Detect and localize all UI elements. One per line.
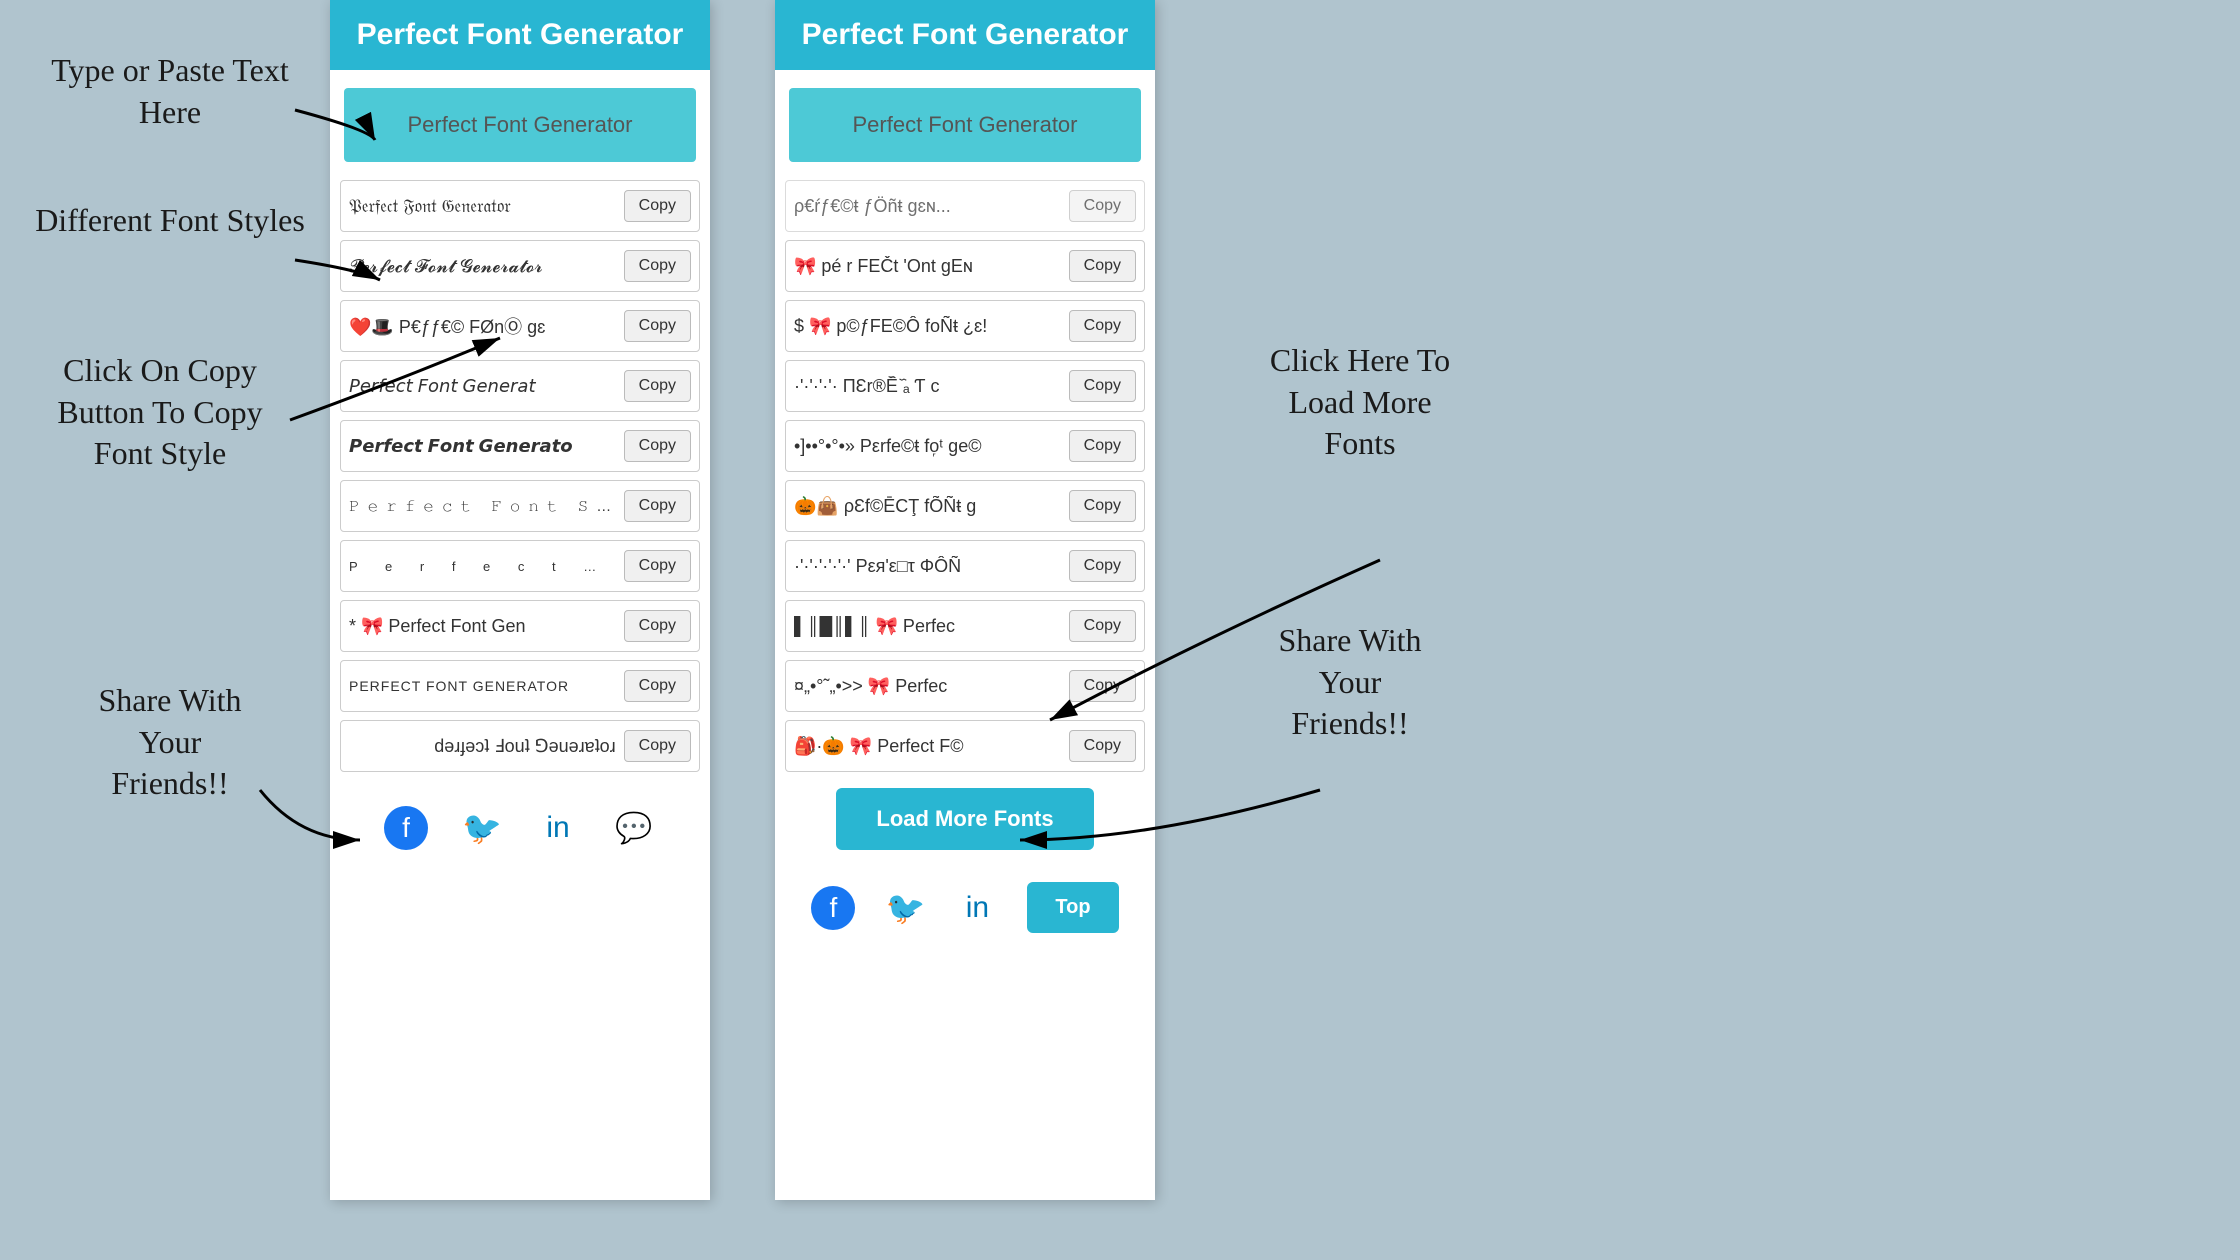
font-row: 𝔓𝔢𝔯𝔣𝔢𝔠𝔱 𝔉𝔬𝔫𝔱 𝔊𝔢𝔫𝔢𝔯𝔞𝔱𝔬𝔯 Copy (340, 180, 700, 232)
left-input-box[interactable]: Perfect Font Generator (344, 88, 696, 162)
twitter-icon[interactable]: 🐦 (460, 806, 504, 850)
font-text: ɹoʇɐɹǝuǝ⅁ ʇuoℲ ʇɔǝɟɹǝd (349, 736, 616, 757)
font-text: 𝔓𝔢𝔯𝔣𝔢𝔠𝔱 𝔉𝔬𝔫𝔱 𝔊𝔢𝔫𝔢𝔯𝔞𝔱𝔬𝔯 (349, 196, 616, 217)
right-panel-header: Perfect Font Generator (775, 0, 1155, 70)
social-row-left: f 🐦 in 💬 (330, 790, 710, 866)
copy-button[interactable]: Copy (1069, 490, 1136, 522)
left-phone-panel: Perfect Font Generator Perfect Font Gene… (330, 0, 710, 1200)
copy-button[interactable]: Copy (1069, 430, 1136, 462)
font-row: 🎒·🎃 🎀 Perfect F© Copy (785, 720, 1145, 772)
right-input-box[interactable]: Perfect Font Generator (789, 88, 1141, 162)
linkedin-icon[interactable]: in (955, 886, 999, 930)
font-row: P e r f e c t F o n t Copy (340, 540, 700, 592)
copy-button[interactable]: Copy (1069, 610, 1136, 642)
load-more-button[interactable]: Load More Fonts (836, 788, 1093, 850)
font-row: •]••°•°•» Ρεrfe©ŧ fo᷊ᵗ ge© Copy (785, 420, 1145, 472)
whatsapp-icon[interactable]: 💬 (612, 806, 656, 850)
left-input-text: Perfect Font Generator (408, 112, 633, 138)
font-text: ▌║█║▌║ 🎀 Perfec (794, 616, 1061, 637)
right-input-text: Perfect Font Generator (853, 112, 1078, 138)
font-text: ρ€ŕƒ€©ŧ ƒÖñŧ gɛɴ... (794, 196, 1061, 217)
font-row: 🎃👜 ρƐf©ĒCŢ fÕÑŧ g Copy (785, 480, 1145, 532)
copy-button[interactable]: Copy (624, 610, 691, 642)
font-text: 𝙋𝙚𝙧𝙛𝙚𝙘𝙩 𝙁𝙤𝙣𝙩 𝙂𝙚𝙣𝙚𝙧𝙖𝙩𝙤 (349, 436, 616, 457)
twitter-icon[interactable]: 🐦 (883, 886, 927, 930)
copy-button[interactable]: Copy (624, 430, 691, 462)
font-row: 𝘗𝘦𝘳𝘧𝘦𝘤𝘵 𝘍𝘰𝘯𝘵 𝘎𝘦𝘯𝘦𝘳𝘢𝘵 Copy (340, 360, 700, 412)
font-row: ρ€ŕƒ€©ŧ ƒÖñŧ gɛɴ... Copy (785, 180, 1145, 232)
copy-button[interactable]: Copy (1069, 310, 1136, 342)
font-text: •]••°•°•» Ρεrfe©ŧ fo᷊ᵗ ge© (794, 436, 1061, 457)
copy-button[interactable]: Copy (624, 550, 691, 582)
annotation-click-load: Click Here ToLoad MoreFonts (1200, 340, 1520, 465)
font-text: 🎀 pé r FEČt 'Ont gEɴ (794, 256, 1061, 277)
right-phone-panel: Perfect Font Generator Perfect Font Gene… (775, 0, 1155, 1200)
font-text: P e r f e c t F o n t (349, 559, 616, 574)
font-text: 🎃👜 ρƐf©ĒCŢ fÕÑŧ g (794, 496, 1061, 517)
copy-button[interactable]: Copy (624, 190, 691, 222)
annotation-type-paste: Type or Paste Text Here (30, 50, 310, 133)
font-row: ¤„•°˜„•>> 🎀 Perfec Copy (785, 660, 1145, 712)
social-row-right: f 🐦 in Top (775, 866, 1155, 949)
facebook-icon[interactable]: f (384, 806, 428, 850)
font-text: 🎒·🎃 🎀 Perfect F© (794, 736, 1061, 757)
font-row: ❤️🎩 P€ƒƒ€© FØnⓄ gɛ Copy (340, 300, 700, 352)
annotation-different-fonts: Different Font Styles (30, 200, 310, 242)
font-text: * 🎀 Perfect Font Gen (349, 616, 616, 637)
font-row: 𝙋𝙚𝙧𝙛𝙚𝙘𝙩 𝙁𝙤𝙣𝙩 𝙂𝙚𝙣𝙚𝙧𝙖𝙩𝙤 Copy (340, 420, 700, 472)
facebook-icon[interactable]: f (811, 886, 855, 930)
font-text: PERFECT FONT GENERATOR (349, 678, 616, 694)
copy-button[interactable]: Copy (624, 310, 691, 342)
font-row: * 🎀 Perfect Font Gen Copy (340, 600, 700, 652)
font-row: ·'·'·'·'· ΠƐr®Ē᷈ ᷈ₐ Ƭ c Copy (785, 360, 1145, 412)
font-text: 𝓟𝓮𝓻𝓯𝓮𝓬𝓽 𝓕𝓸𝓷𝓽 𝓖𝓮𝓷𝓮𝓻𝓪𝓽𝓸𝓻 (349, 256, 616, 277)
copy-button[interactable]: Copy (1069, 190, 1136, 222)
font-text: ·'·'·'·'·'·' Ρεя'ε□τ ΦÔÑ (794, 556, 1061, 577)
font-row: 🎀 pé r FEČt 'Ont gEɴ Copy (785, 240, 1145, 292)
copy-button[interactable]: Copy (624, 490, 691, 522)
linkedin-icon[interactable]: in (536, 806, 580, 850)
font-text: ·'·'·'·'· ΠƐr®Ē᷈ ᷈ₐ Ƭ c (794, 376, 1061, 397)
font-row: PERFECT FONT GENERATOR Copy (340, 660, 700, 712)
font-text: ❤️🎩 P€ƒƒ€© FØnⓄ gɛ (349, 313, 616, 339)
font-text: 𝘗𝘦𝘳𝘧𝘦𝘤𝘵 𝘍𝘰𝘯𝘵 𝘎𝘦𝘯𝘦𝘳𝘢𝘵 (349, 376, 616, 397)
copy-button[interactable]: Copy (1069, 370, 1136, 402)
annotation-share-left: Share WithYourFriends!! (30, 680, 310, 805)
font-text: $ 🎀 p©ƒFE©Ô foÑŧ ¿ɛ! (794, 316, 1061, 337)
font-text: 𝙿𝚎𝚛𝚏𝚎𝚌𝚝 𝙵𝚘𝚗𝚝 𝚂𝚝𝚢𝚕𝚎 (349, 498, 616, 515)
font-row: ·'·'·'·'·'·' Ρεя'ε□τ ΦÔÑ Copy (785, 540, 1145, 592)
font-row: ɹoʇɐɹǝuǝ⅁ ʇuoℲ ʇɔǝɟɹǝd Copy (340, 720, 700, 772)
copy-button[interactable]: Copy (624, 730, 691, 762)
copy-button[interactable]: Copy (1069, 730, 1136, 762)
copy-button[interactable]: Copy (624, 370, 691, 402)
font-row: ▌║█║▌║ 🎀 Perfec Copy (785, 600, 1145, 652)
copy-button[interactable]: Copy (1069, 250, 1136, 282)
left-panel-header: Perfect Font Generator (330, 0, 710, 70)
copy-button[interactable]: Copy (1069, 670, 1136, 702)
copy-button[interactable]: Copy (624, 250, 691, 282)
annotation-share-right: Share WithYourFriends!! (1200, 620, 1500, 745)
copy-button[interactable]: Copy (1069, 550, 1136, 582)
annotation-click-copy: Click On CopyButton To CopyFont Style (10, 350, 310, 475)
font-row: 𝙿𝚎𝚛𝚏𝚎𝚌𝚝 𝙵𝚘𝚗𝚝 𝚂𝚝𝚢𝚕𝚎 Copy (340, 480, 700, 532)
font-text: ¤„•°˜„•>> 🎀 Perfec (794, 676, 1061, 697)
top-button[interactable]: Top (1027, 882, 1118, 933)
copy-button[interactable]: Copy (624, 670, 691, 702)
font-row: 𝓟𝓮𝓻𝓯𝓮𝓬𝓽 𝓕𝓸𝓷𝓽 𝓖𝓮𝓷𝓮𝓻𝓪𝓽𝓸𝓻 Copy (340, 240, 700, 292)
font-row: $ 🎀 p©ƒFE©Ô foÑŧ ¿ɛ! Copy (785, 300, 1145, 352)
